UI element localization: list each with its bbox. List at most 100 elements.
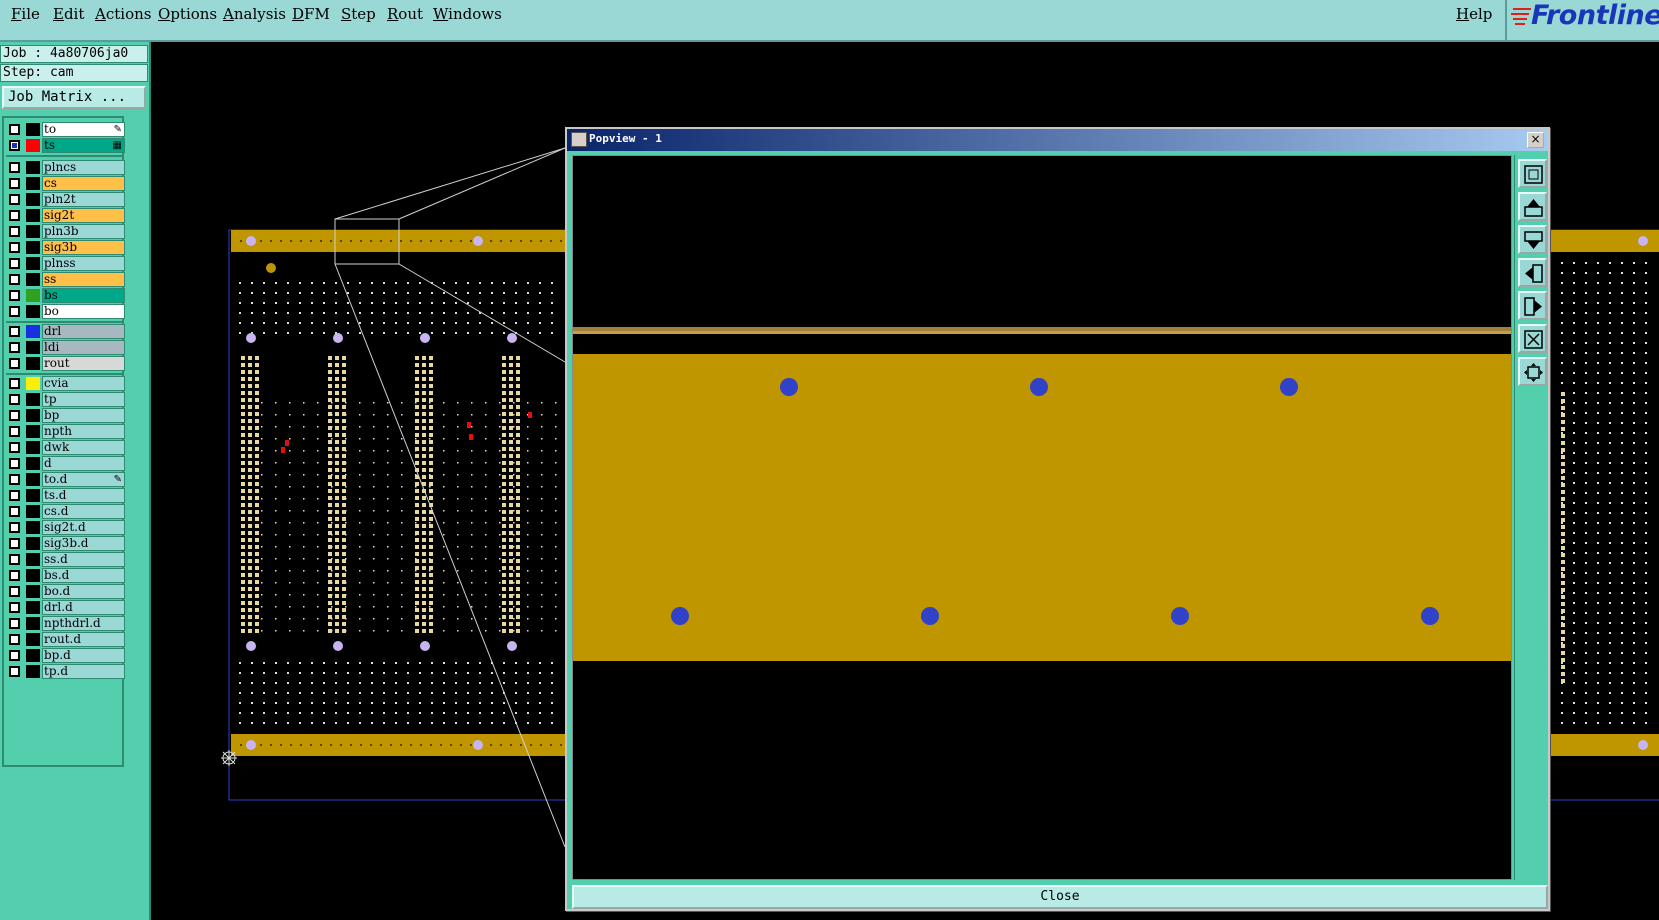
layer-name-label[interactable]: drl xyxy=(42,324,125,339)
layer-name-label[interactable]: ts.d xyxy=(42,488,125,503)
layer-checkbox[interactable] xyxy=(9,306,20,317)
layer-checkbox[interactable] xyxy=(9,124,20,135)
layer-color-swatch[interactable] xyxy=(26,209,40,222)
layer-row-drl-d[interactable]: drl.d xyxy=(6,600,125,615)
layer-color-swatch[interactable] xyxy=(26,569,40,582)
layer-row-dwk[interactable]: dwk xyxy=(6,440,125,455)
layer-checkbox[interactable] xyxy=(9,358,20,369)
layer-color-swatch[interactable] xyxy=(26,161,40,174)
layer-checkbox[interactable] xyxy=(9,394,20,405)
layer-color-swatch[interactable] xyxy=(26,505,40,518)
layer-color-swatch[interactable] xyxy=(26,273,40,286)
layer-name-label[interactable]: to.d ✎ xyxy=(42,472,125,487)
layer-name-label[interactable]: bo.d xyxy=(42,584,125,599)
layer-checkbox[interactable] xyxy=(9,634,20,645)
layer-name-label[interactable]: ts ▦ xyxy=(42,138,125,153)
layer-name-label[interactable]: rout.d xyxy=(42,632,125,647)
layer-color-swatch[interactable] xyxy=(26,357,40,370)
layer-row-cs-d[interactable]: cs.d xyxy=(6,504,125,519)
layer-color-swatch[interactable] xyxy=(26,537,40,550)
layer-row-d[interactable]: d xyxy=(6,456,125,471)
zoom-home-button[interactable] xyxy=(1518,324,1547,353)
layer-color-swatch[interactable] xyxy=(26,633,40,646)
layer-color-swatch[interactable] xyxy=(26,457,40,470)
layer-row-sig2t-d[interactable]: sig2t.d xyxy=(6,520,125,535)
layer-name-label[interactable]: cs xyxy=(42,176,125,191)
menu-help[interactable]: Help xyxy=(1456,5,1492,23)
pan-down-button[interactable] xyxy=(1518,225,1547,254)
zoom-fit-button[interactable] xyxy=(1518,357,1547,386)
layer-color-swatch[interactable] xyxy=(26,325,40,338)
layer-checkbox[interactable] xyxy=(9,442,20,453)
popview-zoom-view[interactable] xyxy=(572,155,1512,880)
popview-graphics[interactable] xyxy=(573,156,1512,880)
layer-color-swatch[interactable] xyxy=(26,241,40,254)
layer-row-ss[interactable]: ss xyxy=(6,272,125,287)
layer-color-swatch[interactable] xyxy=(26,289,40,302)
layer-name-label[interactable]: d xyxy=(42,456,125,471)
layer-name-label[interactable]: bp.d xyxy=(42,648,125,663)
layer-row-cs[interactable]: cs xyxy=(6,176,125,191)
layer-checkbox[interactable] xyxy=(9,602,20,613)
layer-name-label[interactable]: cvia xyxy=(42,376,125,391)
layer-name-label[interactable]: to ✎ xyxy=(42,122,125,137)
layer-row-npth[interactable]: npth xyxy=(6,424,125,439)
layer-row-bo-d[interactable]: bo.d xyxy=(6,584,125,599)
layer-row-tp[interactable]: tp xyxy=(6,392,125,407)
layer-row-plnss[interactable]: plnss xyxy=(6,256,125,271)
layer-color-swatch[interactable] xyxy=(26,649,40,662)
layer-color-swatch[interactable] xyxy=(26,377,40,390)
layer-row-pln3b[interactable]: pln3b xyxy=(6,224,125,239)
layer-row-to-d[interactable]: to.d ✎ xyxy=(6,472,125,487)
layer-row-bo[interactable]: bo xyxy=(6,304,125,319)
layer-row-bs-d[interactable]: bs.d xyxy=(6,568,125,583)
layer-color-swatch[interactable] xyxy=(26,341,40,354)
menu-dfm[interactable]: DFM xyxy=(292,5,330,23)
layer-checkbox[interactable] xyxy=(9,162,20,173)
layer-name-label[interactable]: bs xyxy=(42,288,125,303)
layer-color-swatch[interactable] xyxy=(26,425,40,438)
layer-checkbox[interactable] xyxy=(9,178,20,189)
layer-row-rout[interactable]: rout xyxy=(6,356,125,371)
layer-checkbox[interactable] xyxy=(9,378,20,389)
layer-checkbox[interactable] xyxy=(9,538,20,549)
layer-checkbox[interactable] xyxy=(9,650,20,661)
layer-checkbox[interactable] xyxy=(9,490,20,501)
layer-color-swatch[interactable] xyxy=(26,139,40,152)
layer-name-label[interactable]: dwk xyxy=(42,440,125,455)
layer-name-label[interactable]: bs.d xyxy=(42,568,125,583)
layer-checkbox[interactable] xyxy=(9,290,20,301)
layer-name-label[interactable]: sig2t xyxy=(42,208,125,223)
layer-row-sig3b-d[interactable]: sig3b.d xyxy=(6,536,125,551)
layer-row-plncs[interactable]: plncs xyxy=(6,160,125,175)
layer-name-label[interactable]: bo xyxy=(42,304,125,319)
layer-checkbox[interactable] xyxy=(9,326,20,337)
layer-checkbox[interactable] xyxy=(9,226,20,237)
zoom-window-button[interactable] xyxy=(1518,159,1547,188)
layer-name-label[interactable]: ldi xyxy=(42,340,125,355)
layer-color-swatch[interactable] xyxy=(26,601,40,614)
layer-color-swatch[interactable] xyxy=(26,409,40,422)
menu-windows[interactable]: Windows xyxy=(433,5,502,23)
layer-color-swatch[interactable] xyxy=(26,553,40,566)
layer-color-swatch[interactable] xyxy=(26,257,40,270)
layer-checkbox[interactable] xyxy=(9,522,20,533)
layer-row-ts[interactable]: ts ▦ xyxy=(6,138,125,153)
layer-name-label[interactable]: pln3b xyxy=(42,224,125,239)
layer-name-label[interactable]: npthdrl.d xyxy=(42,616,125,631)
layer-row-rout-d[interactable]: rout.d xyxy=(6,632,125,647)
layer-checkbox[interactable] xyxy=(9,474,20,485)
layer-name-label[interactable]: cs.d xyxy=(42,504,125,519)
layer-color-swatch[interactable] xyxy=(26,305,40,318)
menu-options[interactable]: Options xyxy=(158,5,217,23)
layer-checkbox[interactable] xyxy=(9,194,20,205)
menu-rout[interactable]: Rout xyxy=(387,5,423,23)
layer-name-label[interactable]: plnss xyxy=(42,256,125,271)
layer-color-swatch[interactable] xyxy=(26,521,40,534)
pan-right-button[interactable] xyxy=(1518,291,1547,320)
pan-left-button[interactable] xyxy=(1518,258,1547,287)
layer-checkbox[interactable] xyxy=(9,210,20,221)
layer-name-label[interactable]: npth xyxy=(42,424,125,439)
layer-name-label[interactable]: bp xyxy=(42,408,125,423)
layer-row-tp-d[interactable]: tp.d xyxy=(6,664,125,679)
